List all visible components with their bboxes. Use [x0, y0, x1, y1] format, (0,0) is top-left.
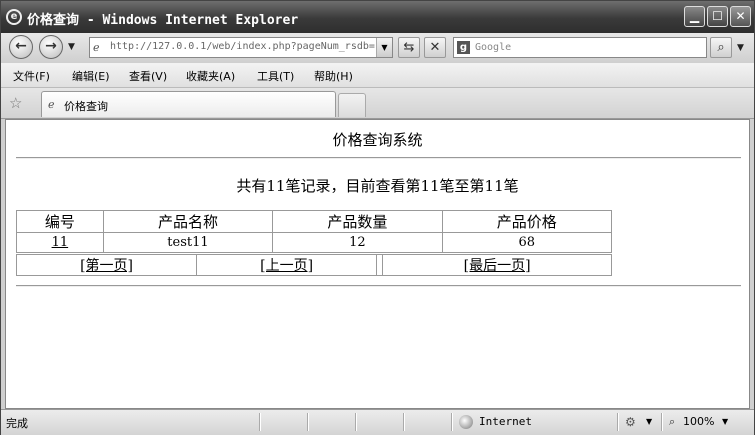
last-page-link[interactable]: [最后一页]	[464, 258, 531, 274]
table-row: 11 test11 12 68	[16, 232, 613, 253]
pagination-row: [第一页] [上一页] [最后一页]	[15, 254, 612, 276]
menu-view[interactable]: 查看(V)	[129, 68, 167, 84]
record-summary: 共有11笔记录，目前查看第11笔至第11笔	[236, 177, 519, 195]
zoom-magnifier-icon[interactable]: ⌕	[669, 415, 675, 429]
header-quantity: 产品数量	[272, 210, 443, 233]
status-separator	[451, 413, 453, 431]
divider	[16, 285, 741, 287]
back-button[interactable]: ←	[9, 35, 33, 59]
search-input[interactable]: Google	[475, 42, 511, 53]
first-page-link[interactable]: [第一页]	[80, 258, 133, 274]
pager-cell-last: [最后一页]	[382, 254, 612, 276]
table-header-row: 编号 产品名称 产品数量 产品价格	[16, 210, 613, 233]
stop-button[interactable]: ✕	[424, 37, 446, 58]
product-table: 编号 产品名称 产品数量 产品价格 11 test11 12 68	[16, 210, 613, 253]
header-id: 编号	[16, 210, 104, 233]
header-price: 产品价格	[441, 210, 613, 233]
status-separator	[403, 413, 405, 431]
zoom-level[interactable]: 100%	[683, 415, 714, 428]
cell-price: 68	[441, 232, 613, 253]
cell-product-name: test11	[102, 232, 274, 253]
minimize-button[interactable]: ▁	[684, 6, 705, 27]
address-input[interactable]: http://127.0.0.1/web/index.php?pageNum_r…	[110, 41, 376, 52]
status-text: 完成	[6, 417, 28, 430]
browser-window: e 价格查询 - Windows Internet Explorer ▁ ☐ ✕…	[0, 0, 755, 435]
menu-bar: 文件(F) 编辑(E) 查看(V) 收藏夹(A) 工具(T) 帮助(H)	[1, 63, 754, 88]
menu-file[interactable]: 文件(F)	[13, 68, 50, 84]
pager-cell-prev: [上一页]	[196, 254, 378, 276]
protected-mode-dropdown-icon[interactable]: ▼	[646, 417, 652, 426]
ie-logo-icon: e	[6, 9, 22, 25]
tab-price-query[interactable]: ℯ 价格查询	[41, 91, 336, 117]
menu-edit[interactable]: 编辑(E)	[72, 68, 110, 84]
search-options-dropdown-icon[interactable]: ▼	[737, 43, 744, 53]
status-bar: 完成 Internet ⚙ ▼ ⌕ 100% ▼	[1, 409, 754, 435]
menu-tools[interactable]: 工具(T)	[257, 68, 294, 84]
favorites-star-icon[interactable]: ☆	[9, 94, 22, 112]
navigation-bar: ← → ▼ ℯ http://127.0.0.1/web/index.php?p…	[1, 33, 754, 63]
cell-id: 11	[16, 232, 104, 253]
maximize-button[interactable]: ☐	[707, 6, 728, 27]
product-id-link[interactable]: 11	[52, 235, 69, 250]
protected-mode-icon[interactable]: ⚙	[625, 415, 636, 429]
status-separator	[661, 413, 663, 431]
search-box[interactable]: g Google	[453, 37, 707, 58]
page-icon: ℯ	[48, 98, 55, 111]
status-separator	[259, 413, 261, 431]
pagination: [第一页] [上一页] [最后一页]	[15, 254, 612, 276]
header-product-name: 产品名称	[102, 210, 274, 233]
recent-pages-dropdown-icon[interactable]: ▼	[68, 42, 75, 52]
tab-bar: ☆ ℯ 价格查询	[1, 88, 754, 119]
page-content: 价格查询系统 共有11笔记录，目前查看第11笔至第11笔 编号 产品名称 产品数…	[5, 119, 750, 409]
new-tab-button[interactable]	[338, 93, 366, 117]
close-button[interactable]: ✕	[730, 6, 751, 27]
search-button[interactable]: ⌕	[710, 37, 732, 58]
internet-zone-globe-icon	[459, 415, 473, 429]
page-icon: ℯ	[93, 41, 100, 54]
pager-cell-first: [第一页]	[15, 254, 198, 276]
zoom-dropdown-icon[interactable]: ▼	[722, 417, 728, 426]
refresh-button[interactable]: ⇆	[398, 37, 420, 58]
status-separator	[355, 413, 357, 431]
divider	[16, 157, 741, 159]
google-icon: g	[457, 41, 470, 54]
cell-quantity: 12	[272, 232, 443, 253]
previous-page-link[interactable]: [上一页]	[260, 258, 313, 274]
page-title: 价格查询系统	[332, 131, 423, 149]
forward-button[interactable]: →	[39, 35, 63, 59]
menu-help[interactable]: 帮助(H)	[314, 68, 353, 84]
status-separator	[617, 413, 619, 431]
address-dropdown-icon[interactable]: ▼	[376, 38, 392, 57]
tab-label: 价格查询	[64, 100, 108, 113]
title-bar: e 价格查询 - Windows Internet Explorer ▁ ☐ ✕	[1, 1, 754, 33]
status-separator	[307, 413, 309, 431]
menu-favorites[interactable]: 收藏夹(A)	[186, 68, 235, 84]
window-title: 价格查询 - Windows Internet Explorer	[27, 13, 299, 28]
security-zone[interactable]: Internet	[479, 415, 532, 428]
address-bar[interactable]: ℯ http://127.0.0.1/web/index.php?pageNum…	[89, 37, 393, 58]
